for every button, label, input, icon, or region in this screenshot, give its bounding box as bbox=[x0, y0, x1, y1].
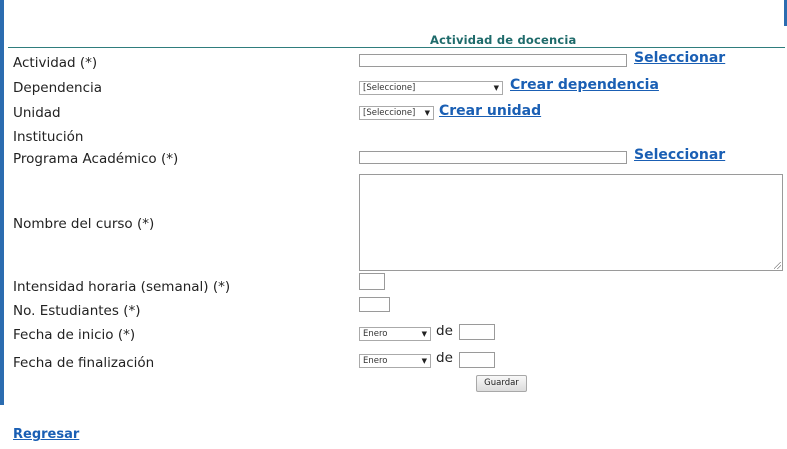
crear-unidad-link[interactable]: Crear unidad bbox=[439, 103, 541, 119]
label-nombre-curso: Nombre del curso (*) bbox=[13, 216, 155, 232]
mes-inicio-select[interactable]: Enero ▼ bbox=[359, 327, 431, 341]
programa-input[interactable] bbox=[359, 151, 627, 164]
label-fecha-fin: Fecha de finalización bbox=[13, 355, 155, 371]
seleccionar-actividad-link[interactable]: Seleccionar bbox=[634, 50, 725, 66]
label-actividad: Actividad (*) bbox=[13, 55, 98, 71]
mes-inicio-selected-value: Enero bbox=[363, 329, 388, 339]
label-estudiantes: No. Estudiantes (*) bbox=[13, 303, 141, 319]
mes-fin-select[interactable]: Enero ▼ bbox=[359, 354, 431, 368]
chevron-down-icon: ▼ bbox=[421, 330, 427, 338]
chevron-down-icon: ▼ bbox=[493, 84, 499, 92]
label-dependencia: Dependencia bbox=[13, 80, 103, 96]
unidad-select[interactable]: [Seleccione] ▼ bbox=[359, 106, 434, 120]
guardar-button[interactable]: Guardar bbox=[476, 375, 527, 392]
label-intensidad: Intensidad horaria (semanal) (*) bbox=[13, 279, 231, 295]
estudiantes-input[interactable] bbox=[359, 297, 390, 312]
label-programa: Programa Académico (*) bbox=[13, 151, 179, 167]
nombre-curso-textarea[interactable] bbox=[359, 174, 783, 271]
label-fecha-inicio: Fecha de inicio (*) bbox=[13, 327, 136, 343]
regresar-link[interactable]: Regresar bbox=[13, 427, 79, 442]
de-inicio-label: de bbox=[436, 323, 453, 339]
de-fin-label: de bbox=[436, 350, 453, 366]
left-frame-border bbox=[0, 0, 4, 405]
intensidad-input[interactable] bbox=[359, 273, 385, 290]
anio-inicio-input[interactable] bbox=[459, 324, 495, 340]
actividad-input[interactable] bbox=[359, 54, 627, 67]
dependencia-select[interactable]: [Seleccione] ▼ bbox=[359, 81, 503, 95]
crear-dependencia-link[interactable]: Crear dependencia bbox=[510, 77, 659, 93]
anio-fin-input[interactable] bbox=[459, 352, 495, 368]
label-unidad: Unidad bbox=[13, 105, 61, 121]
form-title: Actividad de docencia bbox=[430, 33, 577, 47]
label-institucion: Institución bbox=[13, 129, 84, 145]
chevron-down-icon: ▼ bbox=[424, 109, 430, 117]
dependencia-selected-value: [Seleccione] bbox=[363, 83, 416, 93]
resize-grip-icon[interactable] bbox=[774, 262, 781, 269]
unidad-selected-value: [Seleccione] bbox=[363, 108, 416, 118]
title-divider bbox=[8, 47, 785, 48]
chevron-down-icon: ▼ bbox=[421, 357, 427, 365]
mes-fin-selected-value: Enero bbox=[363, 356, 388, 366]
seleccionar-programa-link[interactable]: Seleccionar bbox=[634, 147, 725, 163]
